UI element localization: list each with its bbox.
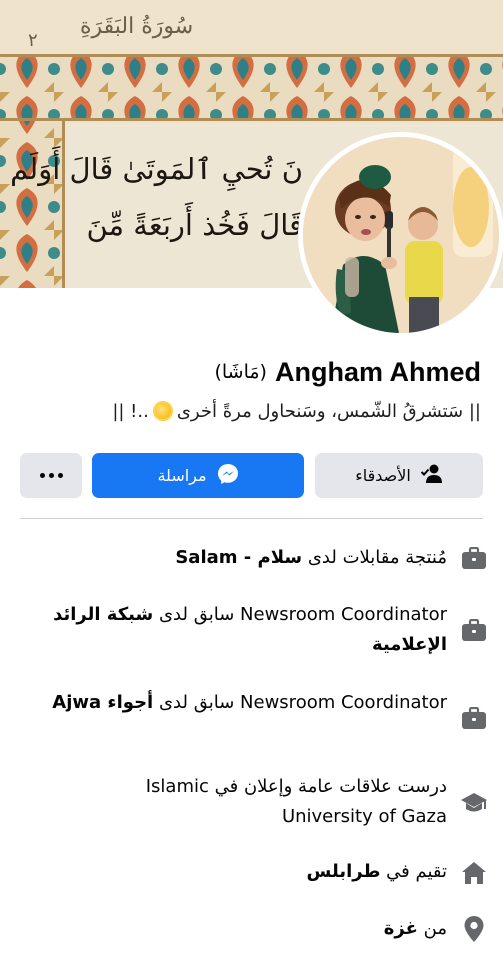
work3-place[interactable]: أجواء Ajwa: [52, 692, 153, 713]
info-education: درست علاقات عامة وإعلان في Islamic Unive…: [47, 772, 447, 832]
work1-role: مُنتجة مقابلات لدى: [307, 547, 447, 568]
cover-verse-line-1: نَ تُحيِ ٱلمَوتَىٰ قَالَ أَوَلَم: [10, 152, 303, 186]
lives-city[interactable]: طرابلس: [307, 861, 381, 882]
section-divider: [20, 518, 483, 519]
bio-text: || سَتشرقُ الشّمس، وسَنحاول مرةً أخرى: [176, 400, 481, 422]
friends-button-label: الأصدقاء: [355, 466, 411, 485]
friends-button[interactable]: الأصدقاء: [315, 453, 483, 498]
education-line-2[interactable]: University of Gaza: [47, 802, 447, 832]
cover-verse-line-2: قَالَ فَخُذ أَربَعَةً مِّنَ: [86, 208, 303, 242]
info-from: من غزة: [47, 914, 447, 944]
work3-mid: سابق لدى: [158, 692, 235, 713]
graduation-cap-icon: [460, 789, 488, 817]
work2-mid: سابق لدى: [158, 604, 235, 625]
profile-name: Angham Ahmed: [274, 356, 481, 387]
from-city[interactable]: غزة: [384, 918, 418, 939]
sun-emoji-icon: [152, 401, 173, 421]
home-icon: [460, 859, 488, 887]
info-work-2: Newsroom Coordinator سابق لدى شبكة الرائ…: [47, 600, 447, 660]
profile-avatar[interactable]: [298, 132, 503, 338]
cover-header-script: سُورَةُ البَقَرَةِ: [80, 14, 194, 39]
info-lives-in: تقيم في طرابلس: [47, 857, 447, 887]
profile-name-row: (مَاشَا) Angham Ahmed: [214, 352, 481, 392]
avatar-photo: [303, 137, 499, 333]
location-pin-icon: [460, 915, 488, 943]
briefcase-icon: [460, 705, 488, 733]
profile-bio: || سَتشرقُ الشّمس، وسَنحاول مرةً أخرى ..…: [112, 396, 481, 426]
message-button-label: مراسلة: [157, 466, 207, 485]
briefcase-icon: [460, 617, 488, 645]
lives-prefix: تقيم في: [386, 861, 447, 882]
from-prefix: من: [423, 918, 447, 939]
education-line-1: درست علاقات عامة وإعلان في Islamic: [145, 776, 447, 797]
briefcase-icon: [460, 545, 488, 573]
person-check-icon: [420, 464, 443, 488]
work2-title: Newsroom Coordinator: [240, 604, 447, 625]
profile-alternate-name: (مَاشَا): [214, 361, 267, 383]
message-button[interactable]: مراسلة: [92, 453, 304, 498]
work3-title: Newsroom Coordinator: [240, 692, 447, 713]
more-options-button[interactable]: [20, 453, 82, 498]
bio-suffix: ..! ||: [112, 400, 149, 422]
work1-place[interactable]: سلام - Salam: [175, 547, 302, 568]
more-dots-icon: [39, 473, 63, 478]
info-work-3: Newsroom Coordinator سابق لدى أجواء Ajwa: [47, 688, 447, 718]
messenger-icon: [217, 463, 239, 489]
cover-header-number: ٢: [28, 30, 38, 51]
info-work-1: مُنتجة مقابلات لدى سلام - Salam: [47, 543, 447, 573]
